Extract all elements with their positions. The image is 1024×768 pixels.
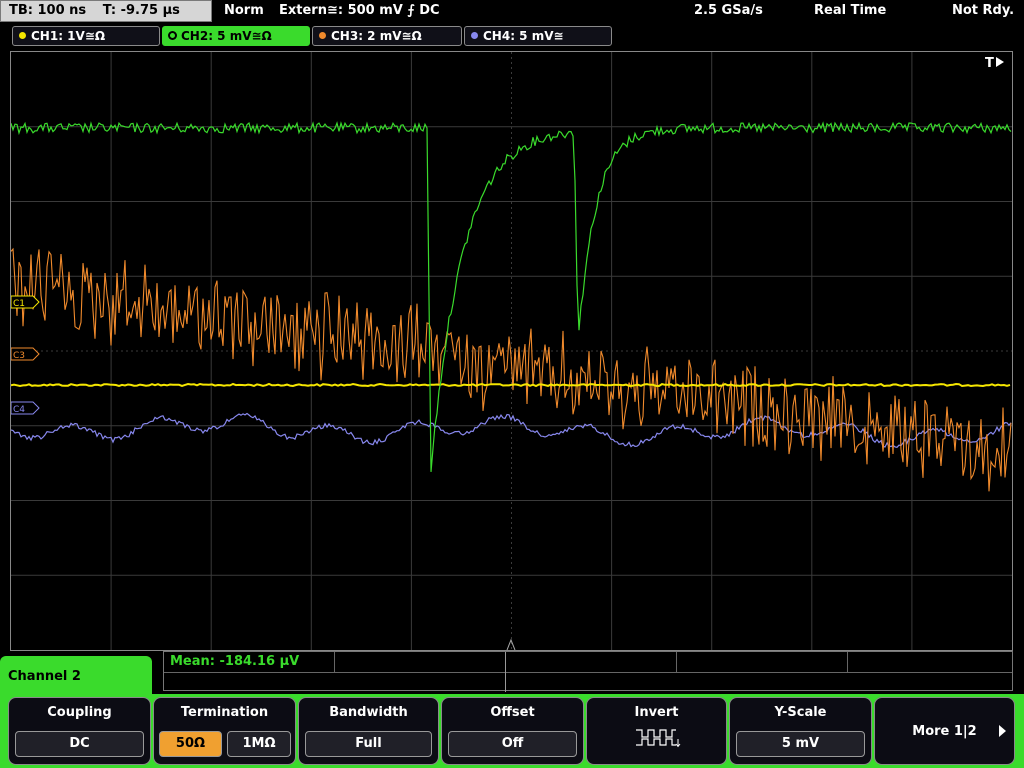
coupling-softkey[interactable]: Coupling DC <box>8 697 151 765</box>
measurement-panel: Mean: -184.16 µV <box>163 651 1013 692</box>
more-softkey[interactable]: More 1|2 <box>874 697 1015 765</box>
ch1-trace <box>11 382 1011 388</box>
ch2-color-dot <box>169 32 176 39</box>
measurement-divider <box>164 672 1012 673</box>
timebase-text: TB: 100 ns <box>9 3 87 18</box>
channel-tab-ch2[interactable]: CH2: 5 mV≅Ω <box>162 26 310 46</box>
y-scale-value: 5 mV <box>736 731 865 757</box>
trigger-source[interactable]: Extern≅: 500 mV ⨍ DC <box>279 2 440 20</box>
ch3-label: CH3: 2 mV≅Ω <box>331 29 422 43</box>
trigger-position-marker[interactable]: T <box>985 56 1004 71</box>
c4-level-marker[interactable]: C4 <box>11 401 40 415</box>
timebase-box[interactable]: TB: 100 ns T: -9.75 µs <box>0 0 212 22</box>
c3-level-marker[interactable]: C3 <box>11 347 40 361</box>
acquisition-mode: Real Time <box>814 3 887 18</box>
invert-title: Invert <box>634 705 679 720</box>
status-bar: TB: 100 ns T: -9.75 µs Norm Extern≅: 500… <box>0 0 1024 24</box>
coupling-value: DC <box>15 731 144 757</box>
bandwidth-title: Bandwidth <box>329 705 408 720</box>
more-label: More 1|2 <box>912 724 977 739</box>
ch3-trace <box>11 247 1012 492</box>
offset-softkey[interactable]: Offset Off <box>441 697 584 765</box>
ch4-color-dot <box>471 32 478 39</box>
trigger-mode[interactable]: Norm <box>224 2 264 20</box>
waveform-svg: C1 C3 C4 T <box>11 52 1012 650</box>
termination-1m-option[interactable]: 1MΩ <box>227 731 291 757</box>
c1-marker-text: C1 <box>13 299 25 309</box>
c1-level-marker[interactable]: C1 <box>11 295 40 309</box>
termination-title: Termination <box>180 705 269 720</box>
waveform-display[interactable]: C1 C3 C4 T <box>10 51 1013 651</box>
coupling-title: Coupling <box>47 705 112 720</box>
ch1-label: CH1: 1V≅Ω <box>31 29 106 43</box>
ch1-color-dot <box>19 32 26 39</box>
ch3-color-dot <box>319 32 326 39</box>
c4-marker-text: C4 <box>13 405 25 415</box>
menu-title: Channel 2 <box>8 669 81 684</box>
channel-tab-ch1[interactable]: CH1: 1V≅Ω <box>12 26 160 46</box>
channel-tabs: CH1: 1V≅Ω CH2: 5 mV≅Ω CH3: 2 mV≅Ω CH4: 5… <box>0 26 1024 48</box>
trigger-time-text: T: -9.75 µs <box>102 3 180 18</box>
ch4-label: CH4: 5 mV≅ <box>483 29 564 43</box>
channel-tab-ch3[interactable]: CH3: 2 mV≅Ω <box>312 26 462 46</box>
termination-50-option[interactable]: 50Ω <box>159 731 222 757</box>
next-page-arrow-icon <box>999 725 1006 737</box>
c3-marker-text: C3 <box>13 351 25 361</box>
bandwidth-softkey[interactable]: Bandwidth Full <box>298 697 439 765</box>
termination-softkey[interactable]: Termination 50Ω 1MΩ <box>153 697 296 765</box>
mean-measurement: Mean: -184.16 µV <box>170 654 300 669</box>
sample-rate: 2.5 GSa/s <box>694 3 763 18</box>
invert-waveform-icon <box>636 729 681 748</box>
offset-value: Off <box>448 731 577 757</box>
y-scale-softkey[interactable]: Y-Scale 5 mV <box>729 697 872 765</box>
y-scale-title: Y-Scale <box>774 705 827 720</box>
invert-softkey[interactable]: Invert <box>586 697 727 765</box>
bandwidth-value: Full <box>305 731 432 757</box>
ch2-label: CH2: 5 mV≅Ω <box>181 29 272 43</box>
grid-lines <box>11 52 1012 650</box>
trigger-marker-text: T <box>985 56 994 71</box>
channel-tab-ch4[interactable]: CH4: 5 mV≅ <box>464 26 612 46</box>
trigger-arrow-icon <box>996 57 1004 67</box>
offset-title: Offset <box>490 705 535 720</box>
acquisition-status: Not Rdy. <box>952 3 1015 18</box>
